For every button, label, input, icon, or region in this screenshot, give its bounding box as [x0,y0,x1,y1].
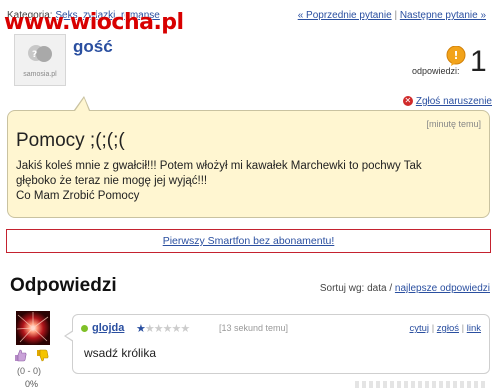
burst-avatar-image [16,311,50,345]
sort-label: Sortuj wg: data / [319,283,393,294]
answer-text: wsadź królika [84,346,157,360]
answers-heading: Odpowiedzi [10,275,117,296]
question-navigation: « Poprzednie pytanie | Następne pytanie … [298,10,486,21]
question-body-line: Jakiś koleś mnie z gwałcił!!! Potem włoż… [16,160,422,172]
answer-header: glojda ★★★★★★ [13 sekund temu] cytuj | z… [81,322,481,336]
report-label[interactable]: Zgłoś naruszenie [416,96,492,107]
answer-actions: cytuj | zgłoś | link [410,323,482,334]
answer-author-name[interactable]: glojda [92,322,124,334]
thumb-up-icon[interactable] [14,349,27,362]
sort-options: Sortuj wg: data / najlepsze odpowiedzi [320,283,490,294]
prev-question-link[interactable]: « Poprzednie pytanie [298,10,392,21]
site-watermark: www.wiocha.pl [4,10,184,35]
vote-count: (0 - 0) [17,366,42,376]
question-bubble-tail-inner [75,98,89,111]
quote-link[interactable]: cytuj [410,323,430,334]
rank-star: ★ [144,323,155,335]
rank-star: ★ [162,323,173,335]
question-author-avatar[interactable]: ? samosia.pl [14,34,66,86]
svg-text:!: ! [453,49,458,62]
answer-bubble: glojda ★★★★★★ [13 sekund temu] cytuj | z… [72,314,490,374]
svg-text:?: ? [32,50,37,60]
question-time: [minutę temu] [426,119,481,129]
answer-author-avatar[interactable] [16,311,50,345]
answer-time: [13 sekund temu] [219,323,289,333]
question-title: Pomocy ;(;(;( [16,130,125,151]
sort-best-link[interactable]: najlepsze odpowiedzi [395,283,490,294]
answers-count-label: odpowiedzi: [412,66,460,76]
report-answer-link[interactable]: zgłoś [437,323,459,334]
report-icon: ✕ [402,96,413,107]
question-author-name[interactable]: gość [73,37,113,57]
report-question-link[interactable]: ✕ Zgłoś naruszenie [402,96,492,107]
question-body-line: głęboko że teraz nie mogę jej wyjąć!!! [16,175,208,187]
next-question-link[interactable]: Następne pytanie » [400,10,486,21]
answers-bubble-icon: ! [446,46,466,66]
rank-stars-icon: ★★★★★★ [136,322,190,335]
nav-separator: | [394,10,398,21]
question-body-line: Co Mam Zrobić Pomocy [16,190,140,202]
avatar-brand: samosia.pl [23,71,57,78]
actions-separator: | [461,323,465,334]
actions-separator: | [431,323,435,334]
online-status-icon [81,325,88,332]
ad-link[interactable]: Pierwszy Smartfon bez abonamentu! [163,235,335,247]
answer-voting [14,349,54,363]
speech-bubbles-icon: ? [28,45,52,62]
rank-star: ★ [136,323,146,335]
thumb-down-icon[interactable] [36,349,49,362]
question-bubble: [minutę temu] Pomocy ;(;(;( Jakiś koleś … [7,110,490,218]
answer-permalink[interactable]: link [467,323,481,334]
question-body: Jakiś koleś mnie z gwałcił!!! Potem włoż… [16,159,422,204]
answer-bubble-tail-inner [66,331,74,341]
decorative-divider [355,381,485,388]
rank-star: ★ [180,323,190,335]
rank-star: ★ [153,323,164,335]
answers-count: 1 [470,45,487,78]
ad-banner: Pierwszy Smartfon bez abonamentu! [6,229,491,253]
